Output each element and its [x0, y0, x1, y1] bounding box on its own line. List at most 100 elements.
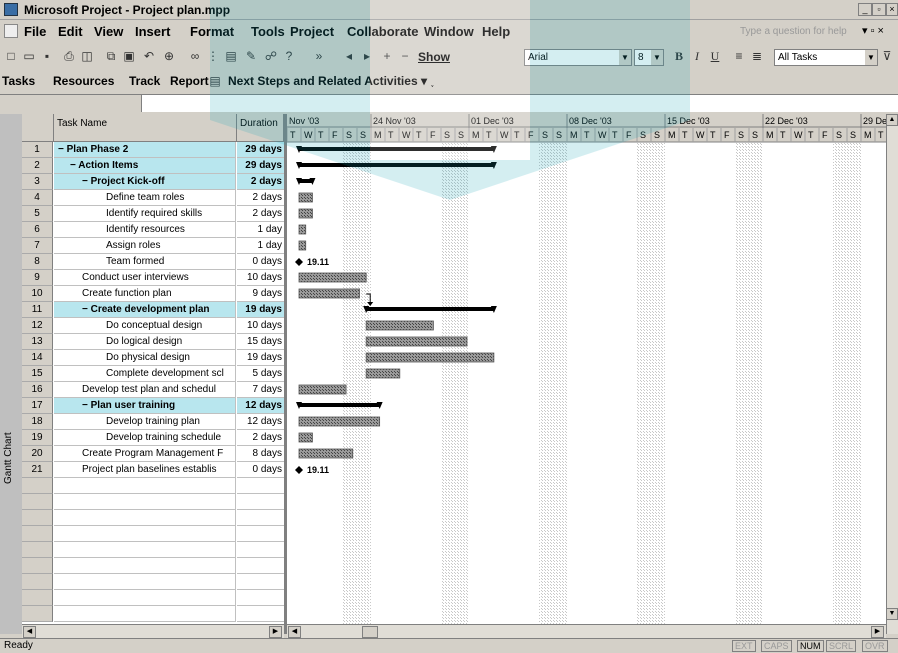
align-center-icon[interactable]: ≣ — [748, 48, 766, 65]
table-row[interactable]: 1− Plan Phase 2 29 days — [22, 142, 284, 158]
table-row[interactable]: 4 Define team roles 2 days — [22, 190, 284, 206]
task-name-cell[interactable]: − Create development plan — [54, 302, 236, 318]
table-row[interactable] — [22, 558, 284, 574]
duration-cell[interactable] — [237, 494, 284, 510]
row-id[interactable]: 9 — [22, 270, 53, 286]
row-id[interactable]: 10 — [22, 286, 53, 302]
duration-cell[interactable]: 29 days — [237, 158, 284, 174]
print-preview-icon[interactable]: ◫ — [78, 48, 96, 65]
row-id[interactable]: 12 — [22, 318, 53, 334]
row-id[interactable] — [22, 494, 53, 510]
link-tasks-icon[interactable]: ∞ — [186, 48, 204, 65]
task-name-cell[interactable]: Develop test plan and schedul — [54, 382, 236, 398]
unlink-tasks-icon[interactable]: ⋮ — [204, 48, 222, 65]
task-name-cell[interactable]: Conduct user interviews — [54, 270, 236, 286]
row-id[interactable] — [22, 526, 53, 542]
row-id[interactable]: 19 — [22, 430, 53, 446]
table-row[interactable] — [22, 494, 284, 510]
scroll-right-icon[interactable]: ▸ — [358, 48, 376, 65]
row-id[interactable]: 13 — [22, 334, 53, 350]
italic-icon[interactable]: I — [688, 48, 706, 65]
duration-cell[interactable] — [237, 574, 284, 590]
task-name-cell[interactable]: − Plan Phase 2 — [54, 142, 236, 158]
task-name-cell[interactable] — [54, 510, 236, 526]
font-size-select[interactable]: 8 ▼ — [634, 49, 664, 66]
chart-horizontal-scrollbar[interactable]: ◀ ▶ — [287, 624, 886, 638]
row-id[interactable]: 1 — [22, 142, 53, 158]
row-id[interactable] — [22, 542, 53, 558]
duration-cell[interactable]: 29 days — [237, 142, 284, 158]
row-id[interactable] — [22, 558, 53, 574]
row-id[interactable] — [22, 478, 53, 494]
table-row[interactable] — [22, 510, 284, 526]
task-name-cell[interactable]: Assign roles — [54, 238, 236, 254]
duration-cell[interactable]: 5 days — [237, 366, 284, 382]
bold-icon[interactable]: B — [670, 48, 688, 65]
duration-cell[interactable]: 0 days — [237, 462, 284, 478]
column-header-task-name[interactable]: Task Name — [54, 114, 237, 142]
table-row[interactable]: 10 Create function plan 9 days — [22, 286, 284, 302]
table-row[interactable]: 2− Action Items 29 days — [22, 158, 284, 174]
task-name-cell[interactable]: Do conceptual design — [54, 318, 236, 334]
task-name-cell[interactable]: Team formed — [54, 254, 236, 270]
table-row[interactable]: 5 Identify required skills 2 days — [22, 206, 284, 222]
duration-cell[interactable]: 2 days — [237, 206, 284, 222]
table-row[interactable]: 6 Identify resources 1 day — [22, 222, 284, 238]
guide-tasks-button[interactable]: Tasks — [2, 74, 35, 88]
task-name-cell[interactable] — [54, 574, 236, 590]
show-button[interactable]: Show — [418, 50, 450, 64]
table-row[interactable] — [22, 606, 284, 622]
task-name-cell[interactable]: Complete development scl — [54, 366, 236, 382]
task-info-icon[interactable]: ▤ — [222, 48, 240, 65]
autofilter-icon[interactable]: ⊽ — [880, 48, 894, 65]
menu-format[interactable]: Format — [190, 24, 234, 39]
indent-icon[interactable]: + — [378, 48, 396, 65]
row-id[interactable] — [22, 574, 53, 590]
duration-cell[interactable]: 10 days — [237, 270, 284, 286]
guide-track-button[interactable]: Track — [129, 74, 160, 88]
row-id[interactable]: 6 — [22, 222, 53, 238]
row-id[interactable]: 7 — [22, 238, 53, 254]
table-row[interactable] — [22, 526, 284, 542]
duration-cell[interactable]: 10 days — [237, 318, 284, 334]
underline-icon[interactable]: U — [706, 48, 724, 65]
duration-cell[interactable]: 12 days — [237, 414, 284, 430]
task-name-cell[interactable]: − Action Items — [54, 158, 236, 174]
column-header-duration[interactable]: Duration — [237, 114, 284, 142]
vertical-scrollbar[interactable]: ▲ ▼ — [886, 114, 898, 634]
filter-select[interactable]: All Tasks ▼ — [774, 49, 878, 66]
table-row[interactable]: 7 Assign roles 1 day — [22, 238, 284, 254]
duration-cell[interactable]: 9 days — [237, 286, 284, 302]
task-name-cell[interactable] — [54, 526, 236, 542]
task-name-cell[interactable]: Define team roles — [54, 190, 236, 206]
row-id[interactable] — [22, 590, 53, 606]
task-name-cell[interactable]: Identify resources — [54, 222, 236, 238]
row-id[interactable]: 14 — [22, 350, 53, 366]
toolbar-options-icon[interactable]: » — [310, 48, 328, 65]
duration-cell[interactable] — [237, 606, 284, 622]
copy-icon[interactable]: ⧉ — [102, 48, 120, 65]
help-dropdown-icon[interactable]: ▾ ▫ × — [862, 24, 884, 37]
task-name-cell[interactable] — [54, 478, 236, 494]
menu-collaborate[interactable]: Collaborate — [347, 24, 419, 39]
table-row[interactable]: 20 Create Program Management F8 days — [22, 446, 284, 462]
duration-cell[interactable]: 8 days — [237, 446, 284, 462]
chart-scroll-thumb[interactable] — [362, 626, 378, 638]
undo-icon[interactable]: ↶ — [140, 48, 158, 65]
task-name-cell[interactable]: Identify required skills — [54, 206, 236, 222]
row-id[interactable]: 8 — [22, 254, 53, 270]
row-id[interactable]: 18 — [22, 414, 53, 430]
table-row[interactable] — [22, 574, 284, 590]
toggle-guide-icon[interactable]: ▤ — [206, 73, 224, 90]
gantt-chart[interactable]: Nov '03 24 Nov '03 01 Dec '03 08 Dec '03 15 … — [287, 114, 886, 624]
duration-cell[interactable] — [237, 542, 284, 558]
duration-cell[interactable]: 15 days — [237, 334, 284, 350]
duration-cell[interactable]: 19 days — [237, 350, 284, 366]
table-row[interactable]: 21 Project plan baselines establis 0 days — [22, 462, 284, 478]
scroll-down-button[interactable]: ▼ — [886, 608, 898, 620]
select-all-corner[interactable] — [22, 114, 54, 142]
next-steps-dropdown[interactable]: Next Steps and Related Activities ▾ ˯ — [228, 74, 434, 88]
duration-cell[interactable] — [237, 590, 284, 606]
duration-cell[interactable]: 2 days — [237, 174, 284, 190]
assign-resources-icon[interactable]: ☍ — [262, 48, 280, 65]
